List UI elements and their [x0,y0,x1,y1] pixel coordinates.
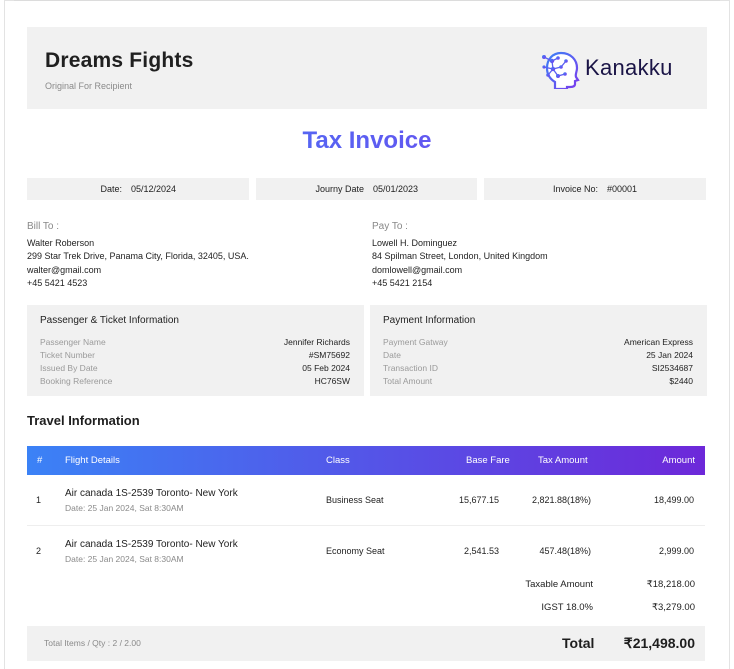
invoice-no-label: Invoice No: [552,184,598,194]
tax-amount: 2,821.88(18%) [531,495,591,505]
igst-label: IGST 18.0% [541,602,593,613]
company-name: Dreams Fights [45,49,194,72]
taxable-amount-value: ₹18,218.00 [646,579,695,590]
payment-row-label: Date [383,350,401,360]
taxable-amount-label: Taxable Amount [525,579,593,590]
total-items-qty: Total Items / Qty : 2 / 2.00 [44,638,141,648]
bill-to-address: 299 Star Trek Drive, Panama City, Florid… [27,251,249,261]
col-flight-details: Flight Details [65,455,120,466]
passenger-row-value: #SM75692 [308,350,350,360]
flight-date: Date: 25 Jan 2024, Sat 8:30AM [65,503,184,513]
pay-to-heading: Pay To : [372,221,408,232]
base-fare: 2,541.53 [463,546,499,556]
payment-row-label: Transaction ID [383,363,438,373]
pay-to-email: domlowell@gmail.com [372,264,463,275]
flight-date: Date: 25 Jan 2024, Sat 8:30AM [65,554,184,564]
row-number: 2 [36,546,42,556]
passenger-row: Booking Reference HC76SW [40,376,350,389]
passenger-panel-heading: Passenger & Ticket Information [40,315,179,326]
passenger-row-label: Passenger Name [40,337,106,347]
pay-to-phone: +45 5421 2154 [372,278,433,288]
kanakku-logo: Kanakku [541,49,701,89]
payment-row-value: American Express [624,337,693,347]
passenger-ticket-panel: Passenger & Ticket Information Passenger… [27,305,364,396]
payment-row: Transaction ID SI2534687 [383,363,693,376]
payment-panel-heading: Payment Information [383,315,476,326]
bill-to-heading: Bill To : [27,221,60,232]
pay-to-address: 84 Spilman Street, London, United Kingdo… [372,251,548,261]
col-amount: Amount [662,455,695,466]
seat-class: Economy Seat [326,546,385,556]
bill-to-name: Walter Roberson [27,237,95,248]
payment-row: Total Amount $2440 [383,376,693,389]
invoice-no-value: #00001 [607,184,638,194]
line-amount: 2,999.00 [658,546,694,556]
invoice-title: Tax Invoice [0,127,734,155]
logo-text: Kanakku [585,55,673,80]
col-number: # [37,455,43,466]
payment-info-panel: Payment Information Payment Gatway Ameri… [370,305,707,396]
base-fare: 15,677.15 [458,495,499,505]
payment-row: Payment Gatway American Express [383,337,693,350]
travel-table-header: # Flight Details Class Base Fare Tax Amo… [27,446,705,475]
pay-to: Pay To : Lowell H. Dominguez 84 Spilman … [372,220,548,291]
table-row: 1 Air canada 1S-2539 Toronto- New York D… [27,475,705,526]
date-value: 05/12/2024 [131,184,177,194]
table-row: 2 Air canada 1S-2539 Toronto- New York D… [27,526,705,577]
flight-name: Air canada 1S-2539 Toronto- New York [65,488,238,499]
journey-date-value: 05/01/2023 [373,184,419,194]
passenger-row: Issued By Date 05 Feb 2024 [40,363,350,376]
flight-name: Air canada 1S-2539 Toronto- New York [65,539,238,550]
frame-top-line [14,0,720,1]
total-label: Total [562,635,595,651]
payment-row-label: Payment Gatway [383,337,448,347]
col-class: Class [326,455,350,466]
bill-to: Bill To : Walter Roberson 299 Star Trek … [27,220,249,291]
payment-row-value: $2440 [669,376,693,386]
date-label: Date: [100,184,122,194]
passenger-row-value: 05 Feb 2024 [302,363,350,373]
invoice-header: Dreams Fights Original For Recipient Kan… [27,27,707,109]
journey-date-label: Journy Date [315,184,364,194]
total-bar: Total Items / Qty : 2 / 2.00 Total ₹21,4… [27,626,705,661]
bill-to-email: walter@gmail.com [27,264,102,275]
payment-row-value: SI2534687 [651,363,693,373]
col-tax-amount: Tax Amount [538,455,588,466]
meta-invoice-no: Invoice No: #00001 [484,178,706,200]
row-number: 1 [36,495,42,505]
travel-info-heading: Travel Information [27,413,140,428]
payment-row: Date 25 Jan 2024 [383,350,693,363]
pay-to-name: Lowell H. Dominguez [372,237,458,248]
meta-journey-date: Journy Date 05/01/2023 [256,178,477,200]
igst-value: ₹3,279.00 [651,602,695,613]
payment-row-label: Total Amount [383,376,433,386]
passenger-row: Ticket Number #SM75692 [40,350,350,363]
tax-amount: 457.48(18%) [539,546,591,556]
passenger-row: Passenger Name Jennifer Richards [40,337,350,350]
ai-head-icon [542,51,580,89]
passenger-row-label: Booking Reference [40,376,113,386]
recipient-note: Original For Recipient [45,81,133,91]
col-base-fare: Base Fare [466,455,510,466]
passenger-row-label: Ticket Number [40,350,95,360]
payment-row-value: 25 Jan 2024 [646,350,693,360]
seat-class: Business Seat [326,495,384,505]
passenger-row-value: HC76SW [314,376,350,386]
passenger-row-value: Jennifer Richards [283,337,350,347]
passenger-row-label: Issued By Date [40,363,98,373]
bill-to-phone: +45 5421 4523 [27,278,88,288]
total-value: ₹21,498.00 [623,635,695,651]
line-amount: 18,499.00 [653,495,694,505]
meta-date: Date: 05/12/2024 [27,178,249,200]
